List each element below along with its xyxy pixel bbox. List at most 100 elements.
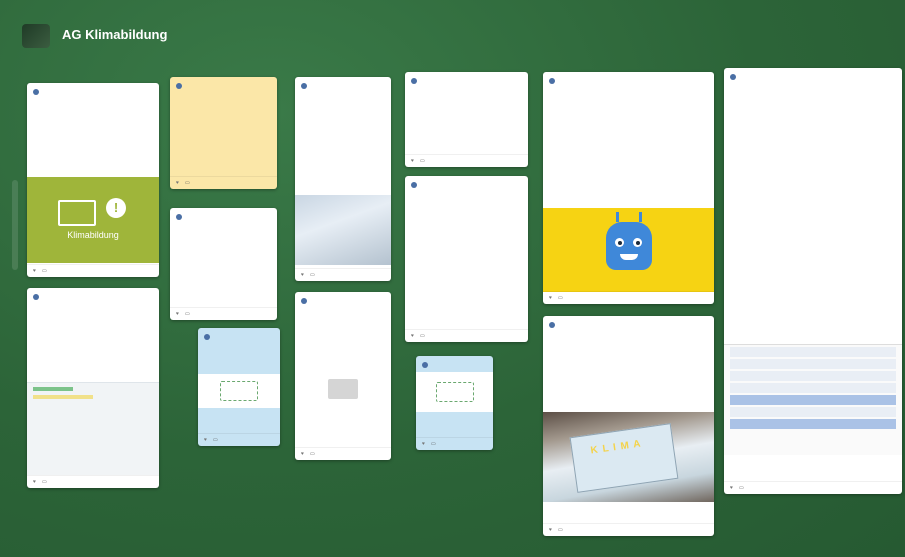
comment-icon[interactable]: ▭ [185, 311, 190, 317]
heart-icon[interactable]: ♥ [422, 441, 425, 447]
post-footer: ♥ ▭ [170, 307, 277, 320]
heart-icon[interactable]: ♥ [33, 479, 36, 485]
post-card[interactable]: ♥▭ [27, 288, 159, 488]
post-footer: ♥ ▭ [543, 523, 714, 536]
author-avatar [176, 214, 182, 220]
author-avatar [422, 362, 428, 368]
post-footer: ♥ ▭ [724, 481, 902, 494]
post-card[interactable]: ♥▭ [405, 176, 528, 342]
comment-icon[interactable]: ▭ [420, 333, 425, 339]
post-body [543, 90, 714, 94]
table-row [730, 371, 896, 381]
comment-icon[interactable]: ▭ [42, 268, 47, 274]
heart-icon[interactable]: ♥ [730, 485, 733, 491]
comment-icon[interactable]: ▭ [310, 451, 315, 457]
author-avatar [33, 294, 39, 300]
post-body [405, 194, 528, 198]
post-body [27, 101, 159, 105]
post-author-row [27, 83, 159, 97]
post-author-row [405, 72, 528, 86]
robot-mouth [619, 254, 638, 260]
comment-icon[interactable]: ▭ [42, 479, 47, 485]
author-avatar [33, 89, 39, 95]
comment-icon[interactable]: ▭ [310, 272, 315, 278]
post-footer: ♥ ▭ [198, 433, 280, 446]
dialogue-illustration[interactable] [416, 372, 493, 412]
board-header: AG Klimabildung [0, 0, 905, 55]
post-footer: ♥ ▭ [27, 264, 159, 277]
post-body [170, 226, 277, 230]
heart-icon[interactable]: ♥ [301, 451, 304, 457]
post-author-row [543, 316, 714, 330]
post-title [198, 342, 280, 346]
book-photo[interactable] [295, 195, 391, 265]
document-table-preview[interactable] [724, 344, 902, 455]
board-avatar-icon[interactable] [22, 24, 50, 48]
heart-icon[interactable]: ♥ [411, 158, 414, 164]
author-avatar [730, 74, 736, 80]
antenna-icon [615, 212, 619, 222]
robot-illustration[interactable] [543, 208, 714, 292]
robot-eye [614, 238, 624, 247]
post-body [405, 90, 528, 94]
post-card[interactable]: ♥▭ [405, 72, 528, 167]
comment-icon[interactable]: ▭ [420, 158, 425, 164]
heart-icon[interactable]: ♥ [549, 295, 552, 301]
post-card[interactable]: ♥▭ [295, 292, 391, 460]
post-card[interactable]: ♥▭ [543, 72, 714, 304]
comment-icon[interactable]: ▭ [558, 527, 563, 533]
comment-icon[interactable]: ▭ [185, 180, 190, 186]
post-footer: ♥ ▭ [27, 475, 159, 488]
post-footer: ♥ ▭ [295, 447, 391, 460]
post-card[interactable]: ♥▭ [724, 68, 902, 494]
post-body [416, 414, 428, 418]
table-row [730, 419, 896, 429]
post-author-row [416, 356, 493, 370]
comment-icon[interactable]: ▭ [739, 485, 744, 491]
side-drawer-handle[interactable] [12, 180, 18, 270]
author-avatar [549, 322, 555, 328]
author-avatar [176, 83, 182, 89]
plant-illustration[interactable] [198, 374, 280, 408]
heart-icon[interactable]: ♥ [549, 527, 552, 533]
post-card[interactable]: ♥▭ [198, 328, 280, 446]
post-card[interactable]: ♥▭ [543, 316, 714, 536]
post-author-row [543, 72, 714, 86]
meeting-illustration[interactable] [295, 366, 391, 412]
post-author-row [198, 328, 280, 342]
klimabildung-graphic[interactable]: ! Klimabildung [27, 177, 159, 263]
comment-icon[interactable]: ▭ [213, 437, 218, 443]
post-author-row [170, 77, 277, 91]
comment-icon[interactable]: ▭ [431, 441, 436, 447]
post-footer: ♥ ▭ [170, 176, 277, 189]
robot-icon [605, 212, 652, 270]
post-author-row [295, 292, 391, 306]
author-avatar [204, 334, 210, 340]
comment-icon[interactable]: ▭ [558, 295, 563, 301]
page-title: AG Klimabildung [62, 27, 168, 42]
post-author-row [295, 77, 391, 91]
table-row [730, 359, 896, 369]
post-body [170, 95, 277, 99]
graphic-label: Klimabildung [67, 230, 119, 240]
classroom-icon: ! [58, 198, 128, 226]
screenshot-bar [33, 395, 93, 399]
post-card[interactable]: ♥▭ [295, 77, 391, 281]
board-game-photo[interactable] [543, 412, 714, 502]
author-avatar [301, 83, 307, 89]
author-avatar [301, 298, 307, 304]
heart-icon[interactable]: ♥ [176, 311, 179, 317]
heart-icon[interactable]: ♥ [176, 180, 179, 186]
post-card[interactable]: ♥▭ [170, 208, 277, 320]
info-circle-icon: ! [106, 198, 126, 218]
heart-icon[interactable]: ♥ [204, 437, 207, 443]
heart-icon[interactable]: ♥ [33, 268, 36, 274]
post-footer: ♥ ▭ [405, 154, 528, 167]
heart-icon[interactable]: ♥ [301, 272, 304, 278]
post-card[interactable]: ♥▭ [170, 77, 277, 189]
post-body [543, 334, 714, 338]
heart-icon[interactable]: ♥ [411, 333, 414, 339]
website-screenshot[interactable] [27, 382, 159, 475]
post-card[interactable]: ! Klimabildung ♥ ▭ [27, 83, 159, 277]
post-card[interactable]: ♥▭ [416, 356, 493, 450]
